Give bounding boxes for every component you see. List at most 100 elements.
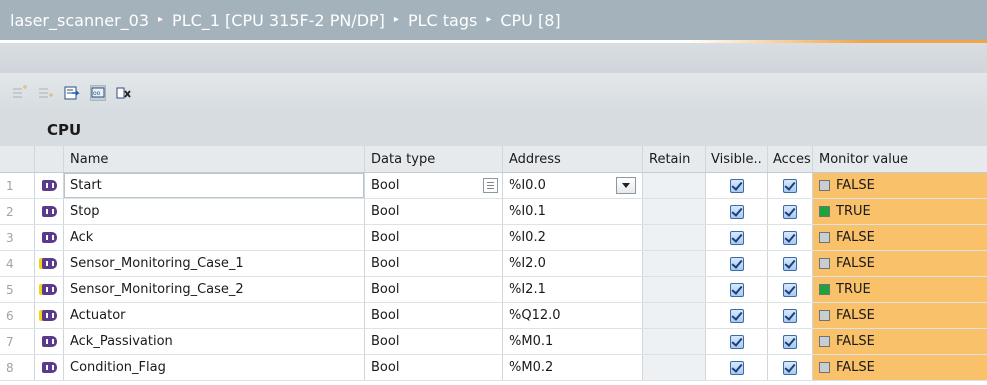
access-cell[interactable] <box>768 277 813 302</box>
breadcrumb-plc[interactable]: PLC_1 [CPU 315F-2 PN/DP] <box>172 11 385 30</box>
address-value[interactable]: %I0.2 <box>503 225 643 250</box>
access-checkbox[interactable] <box>783 178 797 193</box>
table-row[interactable]: 8 Condition_Flag Bool %M0.2 FALSE <box>0 355 987 381</box>
data-type-value[interactable]: Bool <box>365 199 503 224</box>
visible-cell[interactable] <box>706 199 768 224</box>
monitor-value-cell: FALSE <box>813 225 987 250</box>
access-cell[interactable] <box>768 173 813 198</box>
false-indicator-icon <box>819 336 830 347</box>
column-header-retain[interactable]: Retain <box>643 146 706 172</box>
data-type-value[interactable]: Bool <box>365 329 503 354</box>
address-value[interactable]: %I2.0 <box>503 251 643 276</box>
data-type-cell[interactable]: Bool <box>365 173 503 198</box>
access-checkbox[interactable] <box>783 204 797 219</box>
monitor-all-icon[interactable]: oo <box>90 85 106 101</box>
table-row[interactable]: 2 Stop Bool %I0.1 TRUE <box>0 199 987 225</box>
insert-row-icon[interactable] <box>12 85 28 101</box>
breadcrumb-project[interactable]: laser_scanner_03 <box>10 11 149 30</box>
table-row[interactable]: 5 Sensor_Monitoring_Case_2 Bool %I2.1 TR… <box>0 277 987 303</box>
data-type-value[interactable]: Bool <box>365 355 503 380</box>
row-number: 4 <box>0 251 35 276</box>
visible-checkbox[interactable] <box>729 256 744 271</box>
tag-name[interactable]: Actuator <box>64 303 365 328</box>
table-row[interactable]: 7 Ack_Passivation Bool %M0.1 FALSE <box>0 329 987 355</box>
access-checkbox[interactable] <box>783 230 797 245</box>
column-header-data-type[interactable]: Data type <box>365 146 503 172</box>
visible-checkbox[interactable] <box>729 178 744 193</box>
data-type-value[interactable]: Bool <box>365 251 503 276</box>
plc-tags-table: Name Data type Address Retain Visible.. … <box>0 146 987 381</box>
access-cell[interactable] <box>768 251 813 276</box>
visible-checkbox[interactable] <box>729 334 744 349</box>
export-icon[interactable] <box>64 85 80 101</box>
address-value[interactable]: %I0.1 <box>503 199 643 224</box>
column-header-visible[interactable]: Visible.. <box>706 146 768 172</box>
access-cell[interactable] <box>768 303 813 328</box>
retain-cell <box>643 199 706 224</box>
address-value[interactable]: %Q12.0 <box>503 303 643 328</box>
visible-cell[interactable] <box>706 329 768 354</box>
monitor-value-cell: TRUE <box>813 277 987 302</box>
false-indicator-icon <box>819 232 830 243</box>
column-header-monitor-value[interactable]: Monitor value <box>813 146 987 172</box>
retain-cell <box>643 277 706 302</box>
access-cell[interactable] <box>768 199 813 224</box>
access-checkbox[interactable] <box>783 308 797 323</box>
visible-cell[interactable] <box>706 277 768 302</box>
visible-cell[interactable] <box>706 355 768 380</box>
visible-checkbox[interactable] <box>729 230 744 245</box>
column-header-number <box>0 146 35 172</box>
access-cell[interactable] <box>768 355 813 380</box>
tag-table-title: CPU <box>0 113 987 146</box>
visible-cell[interactable] <box>706 251 768 276</box>
table-row[interactable]: 1 Start Bool %I0.0 FALSE <box>0 173 987 199</box>
visible-checkbox[interactable] <box>729 308 744 323</box>
data-type-value: Bool <box>371 178 400 193</box>
visible-cell[interactable] <box>706 303 768 328</box>
address-value[interactable]: %M0.2 <box>503 355 643 380</box>
column-header-address[interactable]: Address <box>503 146 643 172</box>
visible-checkbox[interactable] <box>729 204 744 219</box>
monitor-value-cell: FALSE <box>813 355 987 380</box>
data-type-value[interactable]: Bool <box>365 225 503 250</box>
false-indicator-icon <box>819 310 830 321</box>
tag-icon <box>35 225 64 250</box>
visible-cell[interactable] <box>706 225 768 250</box>
tag-name[interactable]: Condition_Flag <box>64 355 365 380</box>
access-checkbox[interactable] <box>783 256 797 271</box>
tag-name-field[interactable]: Start <box>64 173 365 198</box>
address-value[interactable]: %I2.1 <box>503 277 643 302</box>
tag-name[interactable]: Sensor_Monitoring_Case_2 <box>64 277 365 302</box>
monitor-value: FALSE <box>836 308 875 323</box>
access-cell[interactable] <box>768 225 813 250</box>
visible-cell[interactable] <box>706 173 768 198</box>
delete-tag-icon[interactable] <box>116 85 132 101</box>
failsafe-tag-icon <box>35 251 64 276</box>
access-cell[interactable] <box>768 329 813 354</box>
data-type-list-icon[interactable] <box>483 178 498 193</box>
tag-name[interactable]: Stop <box>64 199 365 224</box>
address-value[interactable]: %M0.1 <box>503 329 643 354</box>
monitor-value: FALSE <box>836 256 875 271</box>
access-checkbox[interactable] <box>783 360 797 375</box>
column-header-accessible[interactable]: Acces... <box>768 146 813 172</box>
column-header-name[interactable]: Name <box>64 146 365 172</box>
visible-checkbox[interactable] <box>729 282 744 297</box>
add-row-icon[interactable] <box>38 85 54 101</box>
table-row[interactable]: 6 Actuator Bool %Q12.0 FALSE <box>0 303 987 329</box>
data-type-value[interactable]: Bool <box>365 303 503 328</box>
table-row[interactable]: 4 Sensor_Monitoring_Case_1 Bool %I2.0 FA… <box>0 251 987 277</box>
breadcrumb-separator-icon: ▸ <box>393 13 399 25</box>
tag-name[interactable]: Ack_Passivation <box>64 329 365 354</box>
tag-name[interactable]: Sensor_Monitoring_Case_1 <box>64 251 365 276</box>
visible-checkbox[interactable] <box>729 360 744 375</box>
data-type-value[interactable]: Bool <box>365 277 503 302</box>
breadcrumb-plc-tags[interactable]: PLC tags <box>408 11 477 30</box>
access-checkbox[interactable] <box>783 334 797 349</box>
tag-icon <box>35 355 64 380</box>
access-checkbox[interactable] <box>783 282 797 297</box>
table-row[interactable]: 3 Ack Bool %I0.2 FALSE <box>0 225 987 251</box>
address-cell[interactable]: %I0.0 <box>503 173 643 198</box>
chevron-down-icon[interactable] <box>616 177 636 194</box>
tag-name[interactable]: Ack <box>64 225 365 250</box>
